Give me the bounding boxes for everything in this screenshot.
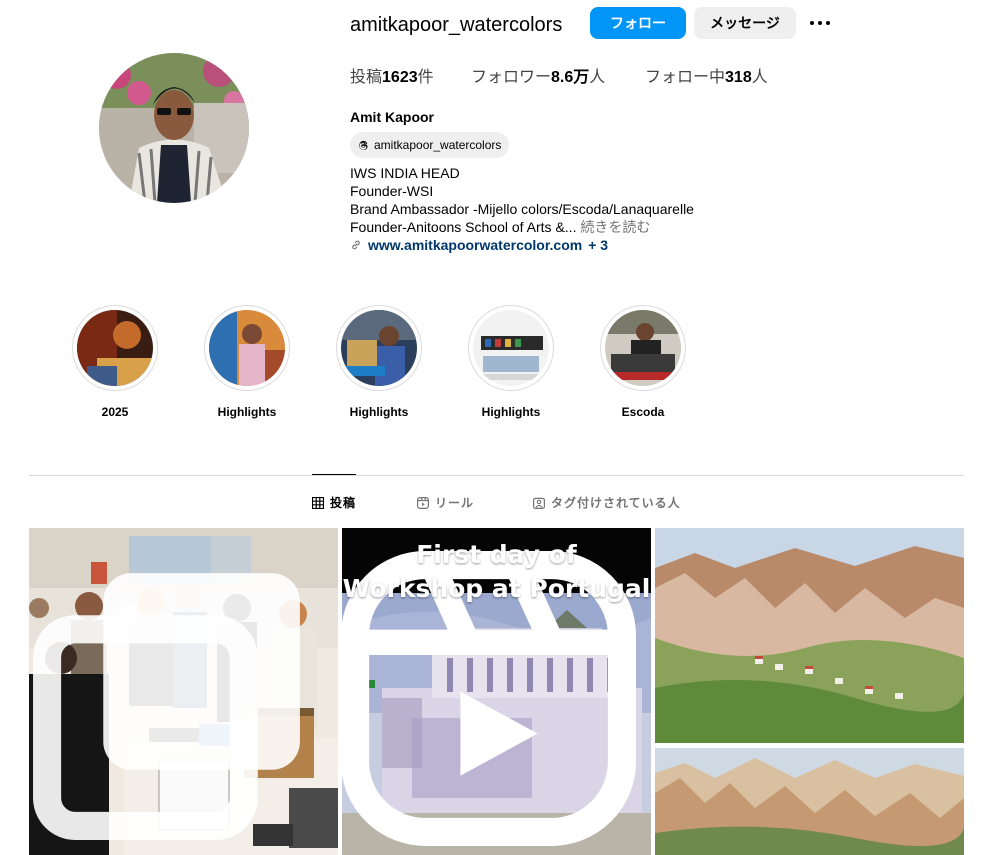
highlight-label: Highlights — [481, 405, 541, 419]
profile-username: amitkapoor_watercolors — [350, 14, 563, 36]
posts-count-stat: 投稿1623件 — [350, 68, 434, 88]
following-stat-value: 318 — [725, 69, 752, 86]
threads-handle: amitkapoor_watercolors — [374, 138, 502, 152]
post-thumbnail-3[interactable] — [655, 528, 964, 855]
more-options-icon[interactable] — [806, 10, 834, 36]
grid-icon — [312, 496, 324, 509]
highlight-label: Highlights — [217, 405, 277, 419]
reels-icon — [417, 496, 429, 509]
highlight-label: 2025 — [101, 405, 129, 419]
following-stat-unit: 人 — [751, 69, 768, 86]
threads-icon — [359, 140, 368, 151]
following-stat-label: フォロー中 — [645, 69, 726, 86]
message-button[interactable]: メッセージ — [694, 7, 796, 39]
posts-stat-label: 投稿 — [350, 69, 383, 86]
highlight-thumbnail — [605, 310, 681, 386]
followers-stat-unit: 人 — [589, 69, 606, 86]
highlight-ring — [336, 305, 422, 391]
posts-stat-unit: 件 — [417, 69, 434, 86]
post-image — [655, 528, 964, 855]
bio-line-4-text: Founder-Anitoons School of Arts &... — [350, 219, 577, 235]
tab-reels[interactable]: リール — [417, 494, 474, 511]
followers-stat[interactable]: フォロワー8.6万人 — [471, 68, 605, 88]
highlight-2025[interactable]: 2025 — [72, 305, 160, 419]
post-thumbnail-1[interactable] — [29, 528, 338, 855]
tab-tagged[interactable]: タグ付けされている人 — [533, 494, 681, 511]
tab-tagged-label: タグ付けされている人 — [551, 496, 681, 510]
bio-more-links-count[interactable]: + 3 — [588, 236, 608, 254]
following-stat[interactable]: フォロー中318人 — [645, 68, 768, 88]
post-2-overlay-title: First day of Workshop at Portugal — [342, 540, 651, 603]
multiple-posts-icon — [33, 573, 300, 840]
highlight-ring — [72, 305, 158, 391]
profile-full-name: Amit Kapoor — [350, 109, 434, 125]
highlight-ring — [468, 305, 554, 391]
link-icon — [352, 240, 360, 250]
tab-posts-label: 投稿 — [330, 496, 357, 510]
highlight-label: Highlights — [349, 405, 409, 419]
highlight-thumbnail — [77, 310, 153, 386]
highlight-thumbnail — [341, 310, 417, 386]
bio-website-url[interactable]: www.amitkapoorwatercolor.com — [368, 236, 582, 254]
bio-line-1: IWS INDIA HEAD — [350, 165, 460, 181]
bio-more-link[interactable]: 続きを読む — [580, 219, 650, 235]
tabs-divider — [29, 475, 964, 476]
bio-website-link[interactable]: www.amitkapoorwatercolor.com + 3 — [350, 236, 608, 254]
posts-stat-value: 1623 — [382, 69, 418, 86]
highlight-escoda[interactable]: Escoda — [600, 305, 688, 419]
avatar-image — [99, 53, 249, 203]
bio-line-3: Brand Ambassador -Mijello colors/Escoda/… — [350, 201, 694, 217]
tagged-icon — [533, 497, 545, 509]
highlight-thumbnail — [209, 310, 285, 386]
tab-posts[interactable]: 投稿 — [312, 494, 356, 511]
profile-avatar[interactable] — [99, 53, 249, 203]
highlight-ring — [204, 305, 290, 391]
highlight-thumbnail — [473, 310, 549, 386]
bio-line-4: Founder-Anitoons School of Arts &... 続きを… — [350, 218, 650, 236]
followers-stat-value: 8.6万 — [551, 69, 590, 86]
highlight-item-2[interactable]: Highlights — [204, 305, 292, 419]
highlight-ring — [600, 305, 686, 391]
bio-line-2: Founder-WSI — [350, 183, 434, 199]
highlight-label: Escoda — [621, 405, 665, 419]
threads-link[interactable]: amitkapoor_watercolors — [350, 132, 510, 158]
tab-reels-label: リール — [435, 496, 475, 510]
highlight-item-3[interactable]: Highlights — [336, 305, 424, 419]
followers-stat-label: フォロワー — [471, 69, 552, 86]
active-tab-indicator — [312, 474, 356, 475]
highlight-item-4[interactable]: Highlights — [468, 305, 556, 419]
follow-button[interactable]: フォロー — [590, 7, 686, 39]
